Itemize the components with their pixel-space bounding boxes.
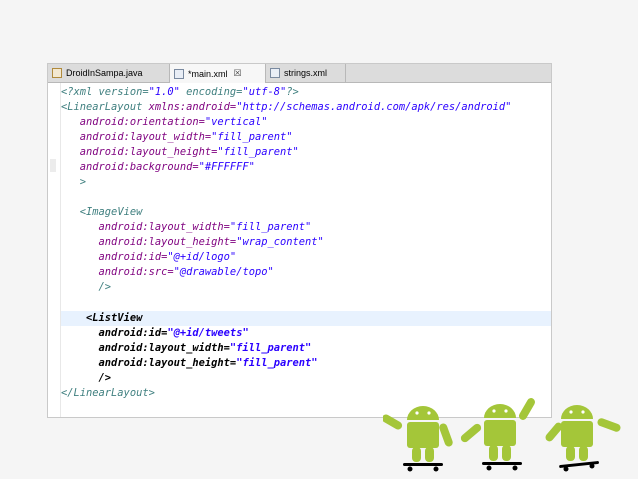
tab-label: DroidInSampa.java — [66, 68, 143, 78]
skateboarding-android-robots-icon — [383, 398, 621, 472]
code-line-17: android:layout_height="fill_parent" — [98, 357, 318, 369]
android-robot-2 — [460, 398, 535, 461]
tab-strings-xml[interactable]: strings.xml — [266, 64, 346, 82]
editor-gutter — [48, 83, 61, 417]
code-line-10: android:layout_height="wrap_content" — [98, 236, 324, 248]
code-line-12: android:src="@drawable/topo" — [98, 266, 274, 278]
code-line-9: android:layout_width="fill_parent" — [98, 221, 312, 233]
code-line-8: <ImageView — [79, 206, 143, 218]
tab-droidinsampa-java[interactable]: DroidInSampa.java — [48, 64, 170, 82]
code-line-1: <?xml version="1.0" encoding="utf-8"?> — [61, 86, 299, 98]
android-robot-1 — [383, 406, 453, 462]
xml-editor-window: DroidInSampa.java *main.xml ☒ strings.xm… — [47, 63, 552, 418]
code-line-2: <LinearLayout xmlns:android="http://sche… — [61, 101, 512, 113]
xml-file-icon — [174, 68, 184, 79]
code-line-15: android:id="@+id/tweets" — [98, 327, 249, 339]
java-file-icon — [52, 68, 62, 78]
code-line-16: android:layout_width="fill_parent" — [98, 342, 312, 354]
tab-main-xml[interactable]: *main.xml ☒ — [170, 64, 266, 83]
code-area[interactable]: <?xml version="1.0" encoding="utf-8"?> <… — [61, 83, 551, 417]
code-line-18: /> — [98, 372, 112, 384]
code-line-4: android:layout_width="fill_parent" — [79, 131, 293, 143]
code-line-5: android:layout_height="fill_parent" — [79, 146, 299, 158]
code-line-7: > — [79, 176, 87, 188]
code-line-11: android:id="@+id/logo" — [98, 251, 237, 263]
fold-marker[interactable] — [50, 159, 56, 172]
skateboards — [403, 461, 599, 472]
code-line-13: /> — [98, 281, 112, 293]
editor-tab-bar: DroidInSampa.java *main.xml ☒ strings.xm… — [48, 64, 551, 83]
code-line-14: <ListView — [61, 311, 551, 326]
close-icon[interactable]: ☒ — [234, 68, 242, 79]
code-line-6: android:background="#FFFFFF" — [79, 161, 255, 173]
code-line-3: android:orientation="vertical" — [79, 116, 268, 128]
xml-file-icon — [270, 68, 280, 78]
tab-label: *main.xml — [188, 68, 228, 79]
tab-label: strings.xml — [284, 68, 328, 78]
